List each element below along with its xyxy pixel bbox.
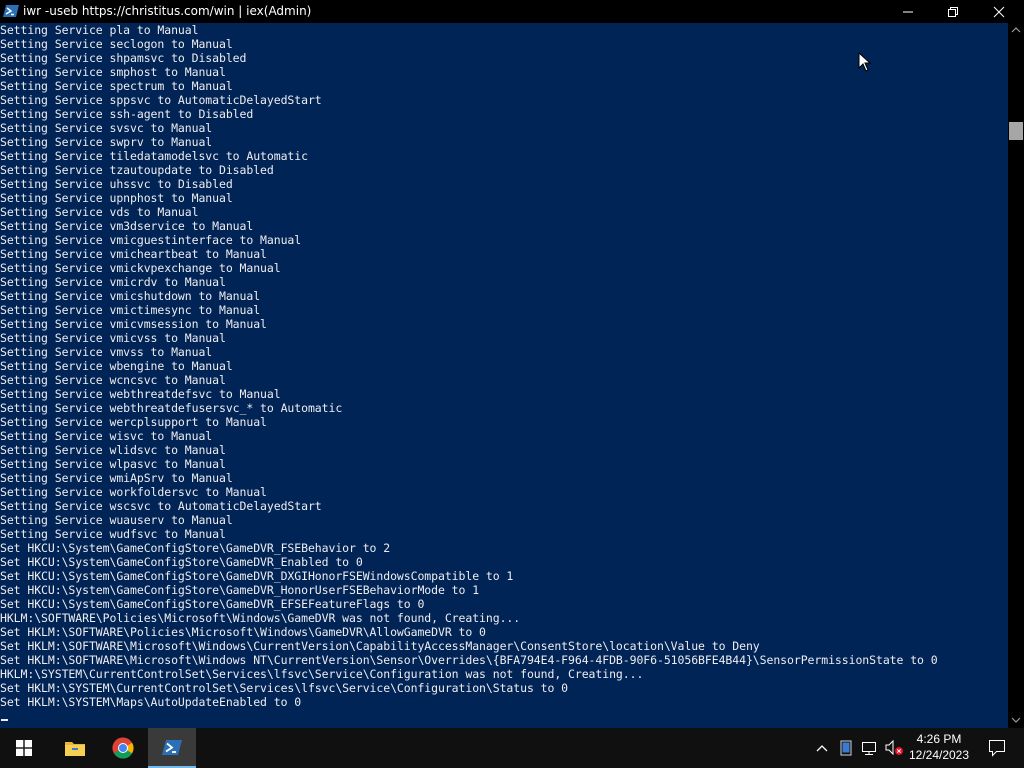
console-line: Setting Service swprv to Manual (0, 135, 213, 149)
scrollbar-thumb[interactable] (1009, 122, 1023, 140)
console-line: Setting Service vmictimesync to Manual (0, 303, 261, 317)
notification-icon (989, 740, 1005, 757)
window-title: iwr -useb https://christitus.com/win | i… (23, 4, 312, 18)
start-button[interactable] (0, 728, 48, 768)
console-line: Setting Service vmicvss to Manual (0, 331, 226, 345)
file-explorer-icon (65, 742, 85, 756)
windows-start-icon (16, 740, 32, 756)
chevron-up-icon[interactable] (814, 741, 830, 755)
console-line: Setting Service spectrum to Manual (0, 79, 233, 93)
console-lines: Setting Service pla to Manual Setting Ser… (0, 23, 938, 709)
console-line: Set HKLM:\SOFTWARE\Microsoft\Windows NT\… (0, 653, 938, 667)
console-line: Setting Service vmickvpexchange to Manua… (0, 261, 281, 275)
tablet-icon[interactable] (838, 740, 854, 756)
action-center-button[interactable] (976, 728, 1016, 768)
console-line: Setting Service pla to Manual (0, 23, 199, 37)
console-line: Setting Service wisvc to Manual (0, 429, 213, 443)
console-line: Setting Service tzautoupdate to Disabled (0, 163, 274, 177)
powershell-icon (162, 740, 182, 755)
console-line: Set HKLM:\SOFTWARE\Microsoft\Windows\Cur… (0, 639, 760, 653)
console-line: Setting Service webthreatdefsvc to Manua… (0, 387, 281, 401)
console-line: Setting Service webthreatdefusersvc_* to… (0, 401, 343, 415)
console-line: Setting Service vmicvmsession to Manual (0, 317, 267, 331)
console-line: Set HKCU:\System\GameConfigStore\GameDVR… (0, 597, 425, 611)
console-line: Setting Service upnphost to Manual (0, 191, 233, 205)
minimize-button[interactable] (885, 0, 931, 23)
console-line: Setting Service wscsvc to AutomaticDelay… (0, 499, 322, 513)
console-line: Setting Service wcncsvc to Manual (0, 373, 226, 387)
console-line: Setting Service vmicguestinterface to Ma… (0, 233, 302, 247)
window-title-bar[interactable]: iwr -useb https://christitus.com/win | i… (0, 0, 1024, 23)
console-line: Setting Service svsvc to Manual (0, 121, 213, 135)
restore-button[interactable] (930, 0, 976, 23)
console-line: Set HKCU:\System\GameConfigStore\GameDVR… (0, 541, 391, 555)
console-line: Setting Service wuauserv to Manual (0, 513, 233, 527)
chrome-button[interactable] (99, 728, 147, 768)
console-line: Setting Service uhssvc to Disabled (0, 177, 233, 191)
powershell-icon (3, 5, 19, 17)
console-line: Setting Service wbengine to Manual (0, 359, 233, 373)
console-line: HKLM:\SYSTEM\CurrentControlSet\Services\… (0, 667, 644, 681)
clock-date: 12/24/2023 (908, 748, 970, 762)
system-clock[interactable]: 4:26 PM 12/24/2023 (906, 731, 972, 763)
console-line: Set HKLM:\SYSTEM\Maps\AutoUpdateEnabled … (0, 695, 302, 709)
console-line: HKLM:\SOFTWARE\Policies\Microsoft\Window… (0, 611, 521, 625)
console-line: Setting Service wudfsvc to Manual (0, 527, 226, 541)
minimize-icon (903, 11, 913, 13)
console-line: Setting Service wlidsvc to Manual (0, 443, 226, 457)
volume-muted-icon[interactable] (884, 739, 904, 757)
console-line: Setting Service tiledatamodelsvc to Auto… (0, 149, 308, 163)
console-line: Setting Service vmvss to Manual (0, 345, 213, 359)
console-line: Setting Service ssh-agent to Disabled (0, 107, 254, 121)
console-line: Setting Service workfoldersvc to Manual (0, 485, 267, 499)
text-cursor (1, 719, 8, 721)
taskbar: 4:26 PM 12/24/2023 (0, 728, 1024, 768)
close-icon (993, 6, 1005, 18)
console-line: Setting Service wercplsupport to Manual (0, 415, 267, 429)
console-line: Set HKCU:\System\GameConfigStore\GameDVR… (0, 583, 480, 597)
mouse-pointer-icon (858, 52, 872, 72)
vertical-scrollbar[interactable] (1008, 23, 1024, 729)
close-button[interactable] (976, 0, 1022, 23)
console-line: Set HKLM:\SOFTWARE\Policies\Microsoft\Wi… (0, 625, 486, 639)
console-line: Setting Service shpamsvc to Disabled (0, 51, 247, 65)
console-line: Setting Service seclogon to Manual (0, 37, 233, 51)
console-line: Setting Service wmiApSrv to Manual (0, 471, 233, 485)
console-line: Set HKCU:\System\GameConfigStore\GameDVR… (0, 555, 363, 569)
scroll-up-arrow-icon[interactable] (1008, 23, 1024, 37)
console-line: Setting Service wlpasvc to Manual (0, 457, 226, 471)
clock-time: 4:26 PM (916, 732, 962, 746)
restore-icon (948, 7, 958, 17)
console-line: Setting Service smphost to Manual (0, 65, 226, 79)
console-line: Setting Service vmicshutdown to Manual (0, 289, 261, 303)
scroll-down-arrow-icon[interactable] (1008, 713, 1024, 727)
console-line: Setting Service vmicheartbeat to Manual (0, 247, 267, 261)
console-line: Setting Service vds to Manual (0, 205, 199, 219)
file-explorer-button[interactable] (51, 728, 99, 768)
console-line: Set HKLM:\SYSTEM\CurrentControlSet\Servi… (0, 681, 569, 695)
console-line: Setting Service vm3dservice to Manual (0, 219, 254, 233)
console-line: Setting Service sppsvc to AutomaticDelay… (0, 93, 322, 107)
network-icon[interactable] (861, 740, 879, 756)
chrome-icon (112, 737, 134, 759)
powershell-taskbar-button[interactable] (148, 728, 196, 768)
console-output[interactable]: Setting Service pla to Manual Setting Ser… (0, 23, 1008, 729)
console-line: Set HKCU:\System\GameConfigStore\GameDVR… (0, 569, 514, 583)
console-line: Setting Service vmicrdv to Manual (0, 275, 226, 289)
